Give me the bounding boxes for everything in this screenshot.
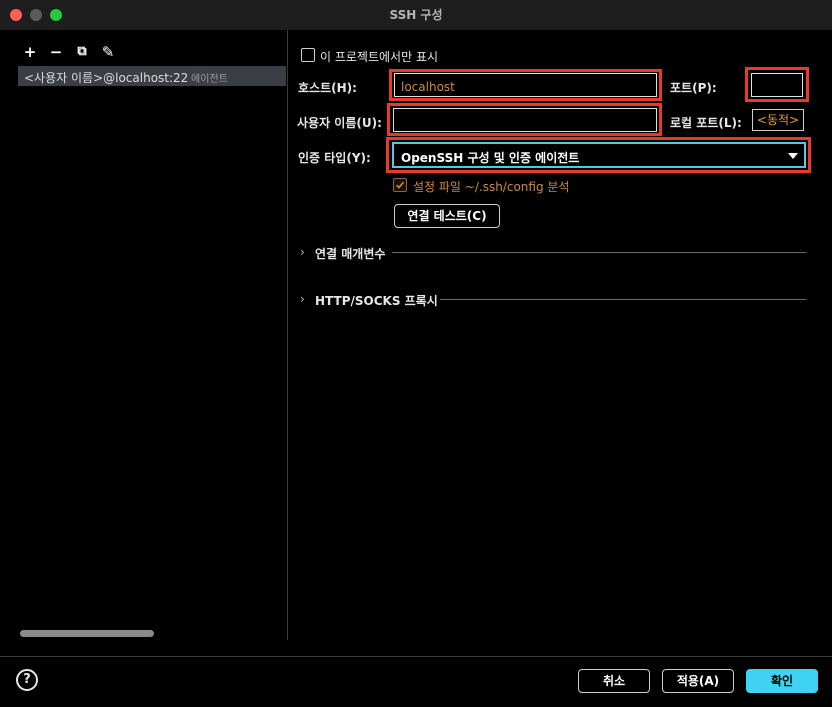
local-port-input[interactable]: <동적> xyxy=(752,109,804,131)
parse-config-label: 설정 파일 ~/.ssh/config 분석 xyxy=(413,180,570,194)
project-only-label: 이 프로젝트에서만 표시 xyxy=(320,50,439,64)
ssh-config-window: SSH 구성 + − ⧉ ✎ <사용자 이름>@localhost:22 에이전… xyxy=(0,0,832,707)
username-label: 사용자 이름(U): xyxy=(297,116,382,130)
host-label: 호스트(H): xyxy=(298,81,357,95)
list-item-label: <사용자 이름>@localhost:22 xyxy=(24,71,189,85)
list-item-type: 에이전트 xyxy=(191,74,228,85)
parse-config-checkbox[interactable] xyxy=(393,178,407,192)
help-icon[interactable]: ? xyxy=(16,669,38,691)
connection-params-section[interactable]: › 연결 매개변수 xyxy=(300,244,806,261)
window-title: SSH 구성 xyxy=(389,8,443,22)
remove-icon[interactable]: − xyxy=(48,44,64,60)
cancel-button[interactable]: 취소 xyxy=(578,669,650,693)
title-bar: SSH 구성 xyxy=(0,0,832,30)
add-icon[interactable]: + xyxy=(22,44,38,60)
port-input[interactable] xyxy=(751,73,803,97)
horizontal-scrollbar[interactable] xyxy=(20,630,154,637)
panel-splitter[interactable] xyxy=(287,30,288,640)
section-divider xyxy=(392,252,806,253)
chevron-down-icon xyxy=(788,153,798,159)
test-connection-button[interactable]: 연결 테스트(C) xyxy=(394,204,500,228)
project-only-checkbox[interactable] xyxy=(301,48,315,62)
username-input[interactable] xyxy=(393,108,657,132)
auth-type-value: OpenSSH 구성 및 인증 에이전트 xyxy=(401,151,580,165)
host-input[interactable]: localhost xyxy=(394,73,657,97)
edit-icon[interactable]: ✎ xyxy=(100,44,116,60)
local-port-label: 로컬 포트(L): xyxy=(670,116,742,130)
chevron-right-icon: › xyxy=(300,245,305,259)
auth-type-select[interactable]: OpenSSH 구성 및 인증 에이전트 xyxy=(392,142,806,168)
proxy-section[interactable]: › HTTP/SOCKS 프록시 xyxy=(300,291,806,308)
copy-icon[interactable]: ⧉ xyxy=(74,44,90,60)
port-label: 포트(P): xyxy=(670,81,717,95)
apply-button[interactable]: 적용(A) xyxy=(662,669,734,693)
connection-params-label: 연결 매개변수 xyxy=(315,247,386,261)
left-panel xyxy=(0,30,287,640)
chevron-right-icon: › xyxy=(300,292,305,306)
checkmark-icon xyxy=(395,181,405,189)
host-input-value: localhost xyxy=(401,80,455,94)
section-divider xyxy=(440,299,806,300)
ok-button[interactable]: 확인 xyxy=(746,669,818,693)
footer-divider xyxy=(0,656,832,657)
proxy-label: HTTP/SOCKS 프록시 xyxy=(315,294,438,308)
auth-type-label: 인증 타입(Y): xyxy=(298,151,371,165)
list-item[interactable]: <사용자 이름>@localhost:22 에이전트 xyxy=(18,66,286,86)
